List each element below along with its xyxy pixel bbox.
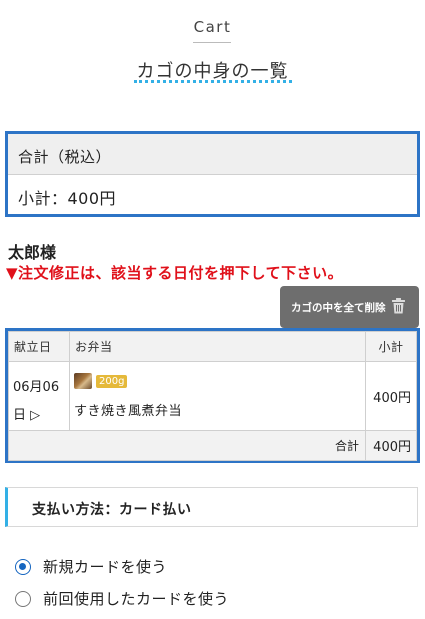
table-total-label: 合計 — [8, 430, 366, 461]
radio-previous-card-label: 前回使用したカードを使う — [43, 590, 230, 608]
cart-table: 献立日 お弁当 小計 06月06 日 ▷ 200g すき焼き風煮弁当 400円 — [5, 328, 420, 463]
title-divider — [193, 42, 231, 43]
radio-new-card[interactable]: 新規カードを使う — [15, 556, 167, 577]
radio-button-previous-card[interactable] — [15, 590, 31, 607]
table-row: 06月06 日 ▷ 200g すき焼き風煮弁当 400円 — [8, 361, 417, 431]
radio-button-new-card[interactable] — [15, 558, 31, 575]
trash-icon — [391, 297, 405, 317]
customer-name: 太郎様 — [8, 243, 57, 262]
header-subtotal: 小計 — [365, 331, 417, 362]
bento-thumbnail — [74, 373, 92, 389]
order-date-link[interactable]: 06月06 日 ▷ — [8, 361, 70, 431]
bento-name: すき焼き風煮弁当 — [74, 404, 183, 419]
table-total-value: 400円 — [365, 430, 417, 461]
cart-total-box: 合計（税込） 小計：400円 — [5, 131, 420, 217]
subtotal-text: 小計：400円 — [18, 189, 117, 208]
order-date: 06月06 — [13, 380, 60, 395]
title-dotted-underline — [134, 80, 292, 83]
clear-cart-label: カゴの中を全て削除 — [291, 301, 386, 314]
weight-badge: 200g — [96, 374, 128, 388]
clear-cart-button[interactable]: カゴの中を全て削除 — [280, 286, 419, 328]
payment-method-heading: 支払い方法：カード払い — [5, 487, 418, 527]
order-edit-notice: ▼注文修正は、該当する日付を押下して下さい。 — [6, 264, 344, 282]
row-subtotal: 400円 — [365, 361, 417, 431]
header-bento: お弁当 — [69, 331, 366, 362]
radio-previous-card[interactable]: 前回使用したカードを使う — [15, 588, 229, 609]
order-date-suffix: 日 ▷ — [13, 408, 41, 423]
radio-new-card-label: 新規カードを使う — [43, 558, 168, 576]
table-total-row: 合計 400円 — [8, 430, 417, 461]
total-label: 合計（税込） — [8, 134, 417, 175]
header-date: 献立日 — [8, 331, 70, 362]
page-title-en: Cart — [193, 18, 232, 36]
